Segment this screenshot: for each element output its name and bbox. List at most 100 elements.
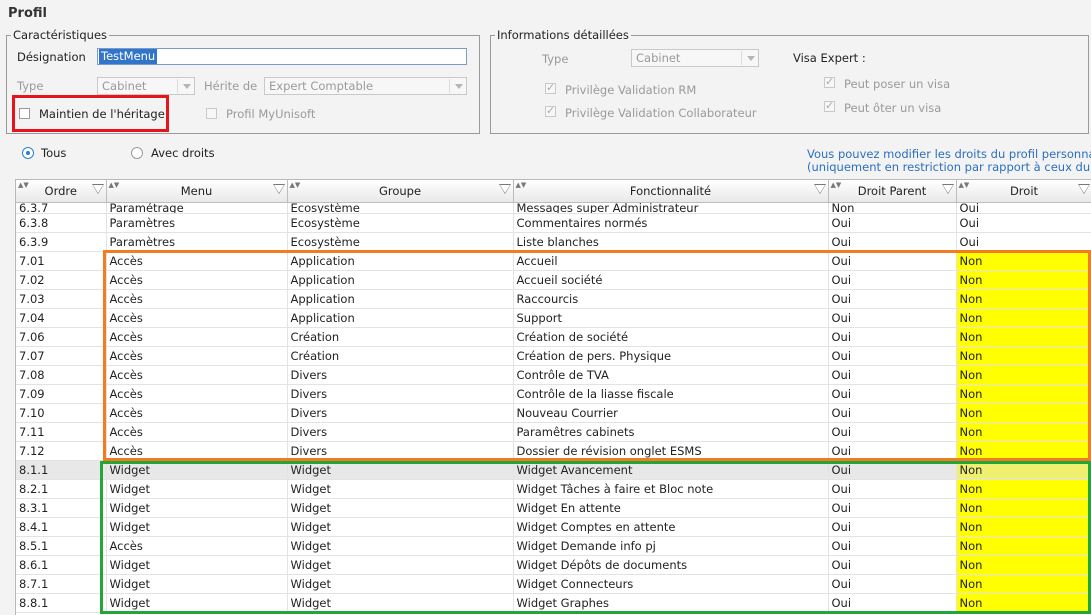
column-header-groupe[interactable]: ▲▼ Groupe (287, 180, 514, 203)
cell-fonctionnalite: Widget Graphes (513, 593, 829, 613)
cell-fonctionnalite: Widget En attente (513, 498, 829, 518)
cell-droit[interactable]: Non (956, 308, 1091, 328)
header-row: ▲▼ Ordre ▲▼ Menu ▲▼ Groupe ▲▼ Fonctionnalité… (16, 180, 1091, 203)
cell-droit[interactable]: Non (956, 327, 1091, 347)
table-row[interactable]: 7.02 Accès Application Accueil société Oui No… (16, 270, 1091, 290)
cell-droit[interactable]: Non (956, 555, 1091, 575)
table-row[interactable]: 7.10 Accès Divers Nouveau Courrier Oui Non (16, 403, 1091, 423)
column-header-menu[interactable]: ▲▼ Menu (106, 180, 288, 203)
sort-icon: ▲▼ (830, 181, 842, 189)
myunisoft-checkbox[interactable] (206, 108, 217, 119)
privilege-rm-checkbox[interactable] (545, 81, 556, 94)
privilege-collab-checkbox[interactable] (545, 104, 556, 117)
cell-ordre: 8.6.1 (16, 555, 107, 575)
table-row[interactable]: 8.5.1 Accès Widget Widget Demande info pj Ou… (16, 536, 1091, 556)
cell-fonctionnalite: Widget Demande info pj (513, 536, 829, 556)
cell-droit-parent: Oui (828, 517, 957, 537)
herite-select[interactable]: Expert Comptable (264, 77, 467, 95)
cell-fonctionnalite: Support (513, 308, 829, 328)
cell-groupe: Création (287, 327, 514, 347)
cell-groupe: Application (287, 270, 514, 290)
cell-droit[interactable]: Non (956, 593, 1091, 613)
table-row[interactable]: 8.3.1 Widget Widget Widget En attente Oui Non (16, 498, 1091, 518)
column-label: Droit Parent (857, 184, 927, 198)
maintien-checkbox[interactable] (19, 108, 30, 119)
cell-menu: Accès (106, 251, 288, 271)
table-row[interactable]: 7.09 Accès Divers Contrôle de la liasse fis… (16, 384, 1091, 404)
column-header-droit-parent[interactable]: ▲▼ Droit Parent (828, 180, 957, 203)
oter-visa-checkbox[interactable] (824, 99, 835, 112)
cell-droit[interactable]: Non (956, 384, 1091, 404)
cell-droit[interactable]: Non (956, 403, 1091, 423)
cell-groupe: Widget (287, 574, 514, 594)
cell-fonctionnalite: Nouveau Courrier (513, 403, 829, 423)
cell-droit[interactable]: Oui (956, 213, 1091, 233)
cell-droit[interactable]: Non (956, 460, 1091, 480)
chevron-down-icon (455, 84, 463, 89)
avec-droits-radio[interactable] (131, 147, 143, 159)
table-row[interactable]: 7.06 Accès Création Création de société Oui N… (16, 327, 1091, 347)
cell-droit[interactable]: Non (956, 441, 1091, 461)
cell-droit[interactable]: Non (956, 422, 1091, 442)
table-row[interactable]: 6.3.7 Paramétrage Ecosystème Messages super… (16, 202, 1091, 214)
cell-menu: Widget (106, 479, 288, 499)
column-header-fonctionnalite[interactable]: ▲▼ Fonctionnalité (513, 180, 829, 203)
cell-droit[interactable]: Non (956, 498, 1091, 518)
cell-fonctionnalite: Création de pers. Physique (513, 346, 829, 366)
cell-droit[interactable]: Non (956, 365, 1091, 385)
column-label: Menu (180, 184, 213, 198)
privilege-collab-label: Privilège Validation Collaborateur (565, 106, 757, 120)
cell-groupe: Ecosystème (287, 232, 514, 252)
poser-visa-checkbox[interactable] (824, 75, 835, 88)
cell-droit[interactable]: Oui (956, 202, 1091, 214)
cell-droit[interactable]: Non (956, 479, 1091, 499)
cell-droit[interactable]: Non (956, 289, 1091, 309)
table-row[interactable]: 7.12 Accès Divers Dossier de révision ongle… (16, 441, 1091, 461)
cell-fonctionnalite: Commentaires normés (513, 213, 829, 233)
table-row[interactable]: 8.4.1 Widget Widget Widget Comptes en atten… (16, 517, 1091, 537)
cell-groupe: Divers (287, 365, 514, 385)
cell-ordre: 7.11 (16, 422, 107, 442)
myunisoft-label: Profil MyUnisoft (226, 107, 316, 121)
sort-icon: ▲▼ (18, 181, 29, 189)
cell-droit[interactable]: Non (956, 270, 1091, 290)
table-row[interactable]: 8.1.1 Widget Widget Widget Avancement Oui Non (16, 460, 1091, 480)
cell-droit-parent: Oui (828, 289, 957, 309)
column-header-ordre[interactable]: ▲▼ Ordre (16, 180, 107, 203)
cell-droit-parent: Oui (828, 574, 957, 594)
page-title: Profil (8, 6, 47, 21)
cell-droit[interactable]: Non (956, 536, 1091, 556)
table-row[interactable]: 6.3.9 Paramètres Ecosystème Liste blanches O… (16, 232, 1091, 252)
cell-menu: Paramètres (106, 213, 288, 233)
table-row[interactable]: 8.8.1 Widget Widget Widget Graphes Oui Non (16, 593, 1091, 613)
cell-droit-parent: Oui (828, 251, 957, 271)
table-row[interactable]: 7.08 Accès Divers Contrôle de TVA Oui Non (16, 365, 1091, 385)
cell-fonctionnalite: Widget Tâches à faire et Bloc note (513, 479, 829, 499)
table-row[interactable]: 7.11 Accès Divers Paramêtres cabinets Oui Non (16, 422, 1091, 442)
designation-input[interactable]: TestMenu (97, 48, 467, 65)
cell-droit[interactable]: Non (956, 251, 1091, 271)
info-type-select[interactable]: Cabinet (631, 49, 759, 67)
column-header-droit[interactable]: ▲▼ Droit (956, 180, 1091, 203)
cell-droit[interactable]: Non (956, 346, 1091, 366)
cell-menu: Accès (106, 346, 288, 366)
table-row[interactable]: 7.03 Accès Application Raccourcis Oui Non (16, 289, 1091, 309)
table-row[interactable]: 7.04 Accès Application Support Oui Non (16, 308, 1091, 328)
cell-droit-parent: Oui (828, 555, 957, 575)
cell-menu: Accès (106, 536, 288, 556)
cell-ordre: 8.8.1 (16, 593, 107, 613)
tous-radio[interactable] (22, 147, 34, 159)
table-row[interactable]: 8.7.1 Widget Widget Widget Connecteurs Oui No… (16, 574, 1091, 594)
cell-groupe: Widget (287, 460, 514, 480)
table-row[interactable]: 8.2.1 Widget Widget Widget Tâches à faire e… (16, 479, 1091, 499)
cell-droit-parent: Oui (828, 270, 957, 290)
cell-droit[interactable]: Non (956, 517, 1091, 537)
table-row[interactable]: 7.01 Accès Application Accueil Oui Non (16, 251, 1091, 271)
table-row[interactable]: 6.3.8 Paramètres Ecosystème Commentaires no… (16, 213, 1091, 233)
table-row[interactable]: 8.6.1 Widget Widget Widget Dépôts de docume… (16, 555, 1091, 575)
table-row[interactable]: 7.07 Accès Création Création de pers. Physi… (16, 346, 1091, 366)
cell-groupe: Widget (287, 498, 514, 518)
cell-droit[interactable]: Non (956, 574, 1091, 594)
type-select[interactable]: Cabinet (97, 77, 195, 95)
cell-droit[interactable]: Oui (956, 232, 1091, 252)
